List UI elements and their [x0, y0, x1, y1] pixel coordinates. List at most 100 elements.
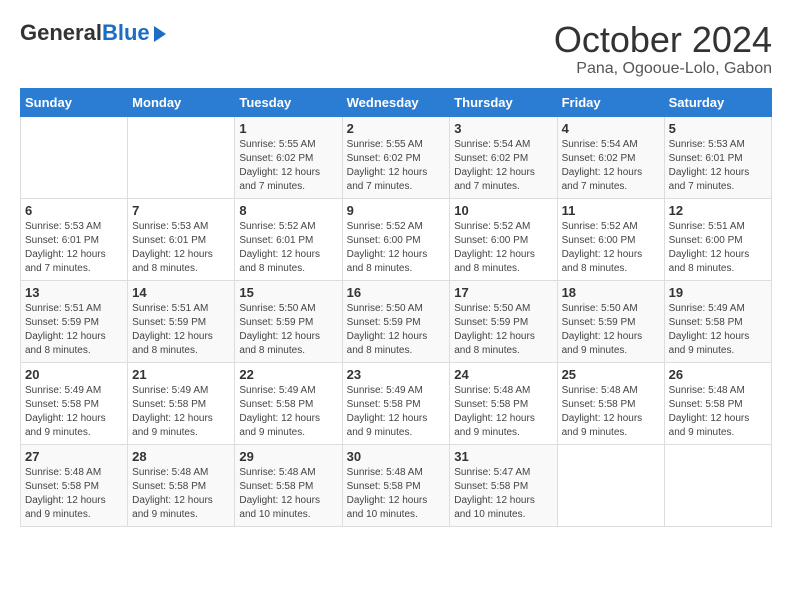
- day-number: 23: [347, 367, 446, 382]
- day-info: Sunrise: 5:54 AM Sunset: 6:02 PM Dayligh…: [454, 138, 552, 194]
- week-row-3: 13 Sunrise: 5:51 AM Sunset: 5:59 PM Dayli…: [21, 280, 772, 362]
- day-number: 3: [454, 121, 552, 136]
- day-cell: [557, 444, 664, 526]
- day-info: Sunrise: 5:48 AM Sunset: 5:58 PM Dayligh…: [562, 384, 660, 440]
- day-number: 2: [347, 121, 446, 136]
- day-number: 31: [454, 449, 552, 464]
- day-info: Sunrise: 5:51 AM Sunset: 6:00 PM Dayligh…: [669, 220, 767, 276]
- col-friday: Friday: [557, 88, 664, 116]
- col-saturday: Saturday: [664, 88, 771, 116]
- day-info: Sunrise: 5:48 AM Sunset: 5:58 PM Dayligh…: [669, 384, 767, 440]
- day-number: 27: [25, 449, 123, 464]
- day-cell: [128, 116, 235, 198]
- day-number: 16: [347, 285, 446, 300]
- day-number: 10: [454, 203, 552, 218]
- calendar-body: 1Sunrise: 5:55 AM Sunset: 6:02 PM Daylig…: [21, 116, 772, 526]
- day-info: Sunrise: 5:48 AM Sunset: 5:58 PM Dayligh…: [239, 466, 337, 522]
- day-cell: 8 Sunrise: 5:52 AM Sunset: 6:01 PM Daylig…: [235, 198, 342, 280]
- day-cell: 31 Sunrise: 5:47 AM Sunset: 5:58 PM Dayli…: [450, 444, 557, 526]
- day-info: Sunrise: 5:48 AM Sunset: 5:58 PM Dayligh…: [347, 466, 446, 522]
- day-cell: 20Sunrise: 5:49 AM Sunset: 5:58 PM Dayli…: [21, 362, 128, 444]
- day-cell: 5Sunrise: 5:53 AM Sunset: 6:01 PM Daylig…: [664, 116, 771, 198]
- day-cell: 11Sunrise: 5:52 AM Sunset: 6:00 PM Dayli…: [557, 198, 664, 280]
- day-number: 26: [669, 367, 767, 382]
- day-info: Sunrise: 5:52 AM Sunset: 6:00 PM Dayligh…: [347, 220, 446, 276]
- day-number: 13: [25, 285, 123, 300]
- day-number: 25: [562, 367, 660, 382]
- day-cell: 24Sunrise: 5:48 AM Sunset: 5:58 PM Dayli…: [450, 362, 557, 444]
- day-info: Sunrise: 5:53 AM Sunset: 6:01 PM Dayligh…: [132, 220, 230, 276]
- day-info: Sunrise: 5:50 AM Sunset: 5:59 PM Dayligh…: [454, 302, 552, 358]
- day-info: Sunrise: 5:51 AM Sunset: 5:59 PM Dayligh…: [25, 302, 123, 358]
- day-cell: 15Sunrise: 5:50 AM Sunset: 5:59 PM Dayli…: [235, 280, 342, 362]
- day-info: Sunrise: 5:52 AM Sunset: 6:01 PM Dayligh…: [239, 220, 337, 276]
- header-row: Sunday Monday Tuesday Wednesday Thursday…: [21, 88, 772, 116]
- col-monday: Monday: [128, 88, 235, 116]
- day-cell: 9 Sunrise: 5:52 AM Sunset: 6:00 PM Daylig…: [342, 198, 450, 280]
- day-cell: 19Sunrise: 5:49 AM Sunset: 5:58 PM Dayli…: [664, 280, 771, 362]
- day-number: 15: [239, 285, 337, 300]
- day-number: 28: [132, 449, 230, 464]
- day-number: 9: [347, 203, 446, 218]
- logo-blue-text: Blue: [102, 20, 150, 46]
- col-sunday: Sunday: [21, 88, 128, 116]
- day-cell: [21, 116, 128, 198]
- day-number: 7: [132, 203, 230, 218]
- day-cell: 30 Sunrise: 5:48 AM Sunset: 5:58 PM Dayli…: [342, 444, 450, 526]
- day-info: Sunrise: 5:49 AM Sunset: 5:58 PM Dayligh…: [239, 384, 337, 440]
- calendar-header: Sunday Monday Tuesday Wednesday Thursday…: [21, 88, 772, 116]
- day-number: 18: [562, 285, 660, 300]
- day-number: 6: [25, 203, 123, 218]
- day-info: Sunrise: 5:47 AM Sunset: 5:58 PM Dayligh…: [454, 466, 552, 522]
- day-number: 8: [239, 203, 337, 218]
- col-wednesday: Wednesday: [342, 88, 450, 116]
- day-cell: 10 Sunrise: 5:52 AM Sunset: 6:00 PM Dayli…: [450, 198, 557, 280]
- day-cell: 25 Sunrise: 5:48 AM Sunset: 5:58 PM Dayli…: [557, 362, 664, 444]
- day-number: 14: [132, 285, 230, 300]
- day-cell: 12 Sunrise: 5:51 AM Sunset: 6:00 PM Dayli…: [664, 198, 771, 280]
- day-info: Sunrise: 5:49 AM Sunset: 5:58 PM Dayligh…: [669, 302, 767, 358]
- day-number: 29: [239, 449, 337, 464]
- day-info: Sunrise: 5:49 AM Sunset: 5:58 PM Dayligh…: [132, 384, 230, 440]
- day-info: Sunrise: 5:52 AM Sunset: 6:00 PM Dayligh…: [454, 220, 552, 276]
- logo-general-text: General: [20, 20, 102, 46]
- day-number: 12: [669, 203, 767, 218]
- logo: General Blue: [20, 20, 166, 46]
- day-cell: [664, 444, 771, 526]
- day-info: Sunrise: 5:48 AM Sunset: 5:58 PM Dayligh…: [132, 466, 230, 522]
- day-cell: 16 Sunrise: 5:50 AM Sunset: 5:59 PM Dayli…: [342, 280, 450, 362]
- logo-arrow-icon: [154, 26, 166, 42]
- day-info: Sunrise: 5:52 AM Sunset: 6:00 PM Dayligh…: [562, 220, 660, 276]
- day-cell: 26 Sunrise: 5:48 AM Sunset: 5:58 PM Dayli…: [664, 362, 771, 444]
- day-info: Sunrise: 5:51 AM Sunset: 5:59 PM Dayligh…: [132, 302, 230, 358]
- week-row-5: 27 Sunrise: 5:48 AM Sunset: 5:58 PM Dayli…: [21, 444, 772, 526]
- calendar-table: Sunday Monday Tuesday Wednesday Thursday…: [20, 88, 772, 527]
- day-cell: 13 Sunrise: 5:51 AM Sunset: 5:59 PM Dayli…: [21, 280, 128, 362]
- col-tuesday: Tuesday: [235, 88, 342, 116]
- day-number: 22: [239, 367, 337, 382]
- calendar-subtitle: Pana, Ogooue-Lolo, Gabon: [554, 60, 772, 78]
- day-info: Sunrise: 5:53 AM Sunset: 6:01 PM Dayligh…: [25, 220, 123, 276]
- week-row-2: 6 Sunrise: 5:53 AM Sunset: 6:01 PM Daylig…: [21, 198, 772, 280]
- day-info: Sunrise: 5:50 AM Sunset: 5:59 PM Dayligh…: [347, 302, 446, 358]
- day-cell: 17 Sunrise: 5:50 AM Sunset: 5:59 PM Dayli…: [450, 280, 557, 362]
- day-cell: 21 Sunrise: 5:49 AM Sunset: 5:58 PM Dayli…: [128, 362, 235, 444]
- day-number: 17: [454, 285, 552, 300]
- day-cell: 23 Sunrise: 5:49 AM Sunset: 5:58 PM Dayli…: [342, 362, 450, 444]
- day-info: Sunrise: 5:50 AM Sunset: 5:59 PM Dayligh…: [562, 302, 660, 358]
- day-info: Sunrise: 5:48 AM Sunset: 5:58 PM Dayligh…: [25, 466, 123, 522]
- day-cell: 28 Sunrise: 5:48 AM Sunset: 5:58 PM Dayli…: [128, 444, 235, 526]
- week-row-1: 1Sunrise: 5:55 AM Sunset: 6:02 PM Daylig…: [21, 116, 772, 198]
- day-info: Sunrise: 5:49 AM Sunset: 5:58 PM Dayligh…: [347, 384, 446, 440]
- day-number: 30: [347, 449, 446, 464]
- day-info: Sunrise: 5:54 AM Sunset: 6:02 PM Dayligh…: [562, 138, 660, 194]
- day-cell: 3 Sunrise: 5:54 AM Sunset: 6:02 PM Daylig…: [450, 116, 557, 198]
- col-thursday: Thursday: [450, 88, 557, 116]
- day-info: Sunrise: 5:53 AM Sunset: 6:01 PM Dayligh…: [669, 138, 767, 194]
- day-info: Sunrise: 5:48 AM Sunset: 5:58 PM Dayligh…: [454, 384, 552, 440]
- calendar-title: October 2024: [554, 20, 772, 60]
- day-info: Sunrise: 5:55 AM Sunset: 6:02 PM Dayligh…: [239, 138, 337, 194]
- day-cell: 14 Sunrise: 5:51 AM Sunset: 5:59 PM Dayli…: [128, 280, 235, 362]
- day-number: 21: [132, 367, 230, 382]
- day-info: Sunrise: 5:49 AM Sunset: 5:58 PM Dayligh…: [25, 384, 123, 440]
